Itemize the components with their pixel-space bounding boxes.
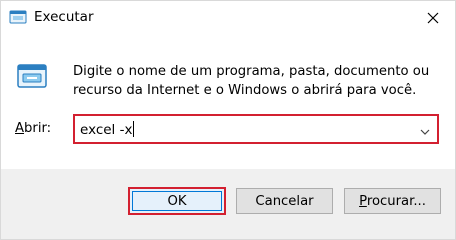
- ok-button-focus: OK: [132, 191, 222, 211]
- close-button[interactable]: [419, 5, 447, 31]
- browse-label-rest: rocurar...: [366, 193, 426, 209]
- title-bar[interactable]: Executar: [1, 1, 455, 35]
- ok-button[interactable]: OK: [128, 187, 226, 215]
- run-dialog: Executar Digite o nome de um programa, p…: [0, 0, 456, 240]
- description-line-2: recurso da Internet e o Windows o abrirá…: [73, 83, 417, 98]
- chevron-down-icon[interactable]: [419, 123, 431, 135]
- browse-button-label: Procurar...: [359, 194, 426, 209]
- cancel-button[interactable]: Cancelar: [236, 188, 333, 214]
- open-label: Abrir:: [15, 121, 51, 136]
- text-caret: [133, 121, 135, 137]
- browse-button[interactable]: Procurar...: [344, 188, 441, 214]
- ok-button-label: OK: [167, 193, 187, 209]
- open-label-rest: brir:: [24, 121, 52, 136]
- close-icon: [427, 9, 439, 28]
- open-command-combobox[interactable]: excel -x: [73, 114, 439, 144]
- dialog-description: Digite o nome de um programa, pasta, doc…: [73, 62, 443, 100]
- open-command-input[interactable]: excel -x: [80, 121, 135, 138]
- open-label-accelerator: A: [15, 121, 25, 136]
- window-title: Executar: [34, 9, 94, 25]
- browse-accelerator: P: [359, 193, 367, 209]
- description-line-1: Digite o nome de um programa, pasta, doc…: [73, 64, 430, 79]
- run-app-icon: [9, 9, 27, 25]
- open-command-value: excel -x: [80, 122, 133, 138]
- cancel-button-label: Cancelar: [255, 193, 314, 209]
- run-dialog-icon: [16, 62, 50, 92]
